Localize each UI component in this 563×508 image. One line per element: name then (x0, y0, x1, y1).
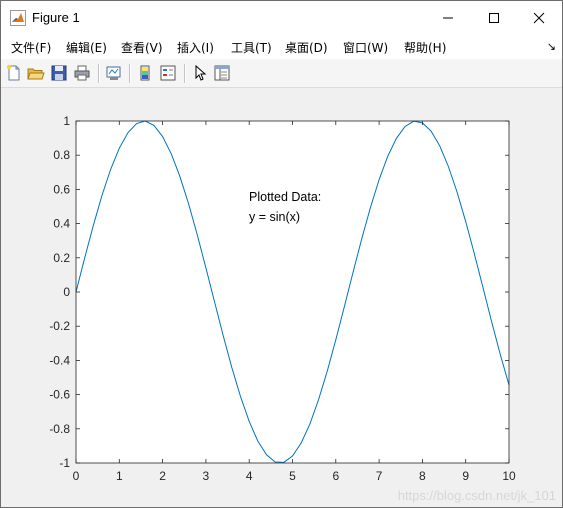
x-tick-label: 8 (419, 469, 426, 483)
y-tick-label: 0 (63, 285, 70, 299)
y-tick-label: 1 (63, 114, 70, 128)
x-tick-label: 10 (502, 469, 516, 483)
x-tick-label: 0 (73, 469, 80, 483)
insert-legend-icon[interactable] (159, 64, 177, 82)
x-tick-label: 6 (332, 469, 339, 483)
dock-arrow-icon[interactable]: ↘ (547, 40, 556, 53)
x-tick-label: 7 (376, 469, 383, 483)
x-tick-label: 1 (116, 469, 123, 483)
figure-window: Figure 1 文件(F) 编辑(E) 查看(V) 插入(I) 工具(T) 桌… (0, 0, 563, 508)
line-chart[interactable]: 0 1 2 3 4 5 6 7 8 9 10 -1 -0.8 -0.6 -0.4 -0.2 0 0.2 0.4 0.6… (1, 88, 562, 507)
minimize-icon (443, 17, 453, 19)
new-figure-icon[interactable] (5, 64, 23, 82)
x-tick-label: 9 (462, 469, 469, 483)
toolbar-separator (129, 64, 131, 83)
menu-tools[interactable]: 工具(T) (231, 39, 272, 56)
menu-window[interactable]: 窗口(W) (343, 39, 388, 56)
toolbar-separator (184, 64, 186, 83)
menu-edit[interactable]: 编辑(E) (66, 39, 107, 56)
y-tick-label: -0.2 (49, 319, 70, 333)
close-button[interactable] (516, 1, 562, 35)
y-tick-label: -0.4 (49, 353, 70, 367)
menu-view[interactable]: 查看(V) (121, 39, 163, 56)
x-tick-label: 2 (159, 469, 166, 483)
save-icon[interactable] (50, 64, 68, 82)
y-tick-label: -1 (59, 456, 70, 470)
y-tick-label: -0.8 (49, 422, 70, 436)
title-bar[interactable]: Figure 1 (1, 1, 562, 35)
matlab-logo-icon (10, 10, 26, 26)
toolbar-separator (98, 64, 100, 83)
menu-bar: 文件(F) 编辑(E) 查看(V) 插入(I) 工具(T) 桌面(D) 窗口(W… (1, 35, 562, 59)
window-title: Figure 1 (32, 10, 80, 25)
edit-plot-arrow-icon[interactable] (191, 64, 209, 82)
menu-desktop[interactable]: 桌面(D) (285, 39, 328, 56)
y-tick-label: 0.8 (53, 148, 70, 162)
y-tick-label: 0.2 (53, 251, 70, 265)
open-file-icon[interactable] (27, 64, 45, 82)
x-tick-label: 4 (246, 469, 253, 483)
insert-colorbar-icon[interactable] (136, 64, 154, 82)
y-tick-label: -0.6 (49, 388, 70, 402)
menu-insert[interactable]: 插入(I) (177, 39, 214, 56)
menu-help[interactable]: 帮助(H) (404, 39, 446, 56)
print-icon[interactable] (73, 64, 91, 82)
link-plot-icon[interactable] (105, 64, 123, 82)
y-tick-label: 0.4 (53, 217, 70, 231)
plot-area (76, 121, 509, 463)
maximize-icon (489, 13, 499, 23)
annotation-line-2: y = sin(x) (249, 210, 300, 224)
y-tick-label: 0.6 (53, 182, 70, 196)
minimize-button[interactable] (425, 1, 471, 35)
property-inspector-icon[interactable] (213, 64, 231, 82)
x-tick-label: 5 (289, 469, 296, 483)
close-icon (533, 12, 545, 24)
menu-file[interactable]: 文件(F) (11, 39, 51, 56)
maximize-button[interactable] (471, 1, 517, 35)
x-tick-label: 3 (203, 469, 210, 483)
figure-canvas[interactable]: 0 1 2 3 4 5 6 7 8 9 10 -1 -0.8 -0.6 -0.4 -0.2 0 0.2 0.4 0.6… (1, 88, 562, 507)
annotation-line-1: Plotted Data: (249, 190, 321, 204)
watermark-text: https://blog.csdn.net/jk_101 (397, 488, 556, 503)
figure-toolbar (1, 59, 562, 88)
